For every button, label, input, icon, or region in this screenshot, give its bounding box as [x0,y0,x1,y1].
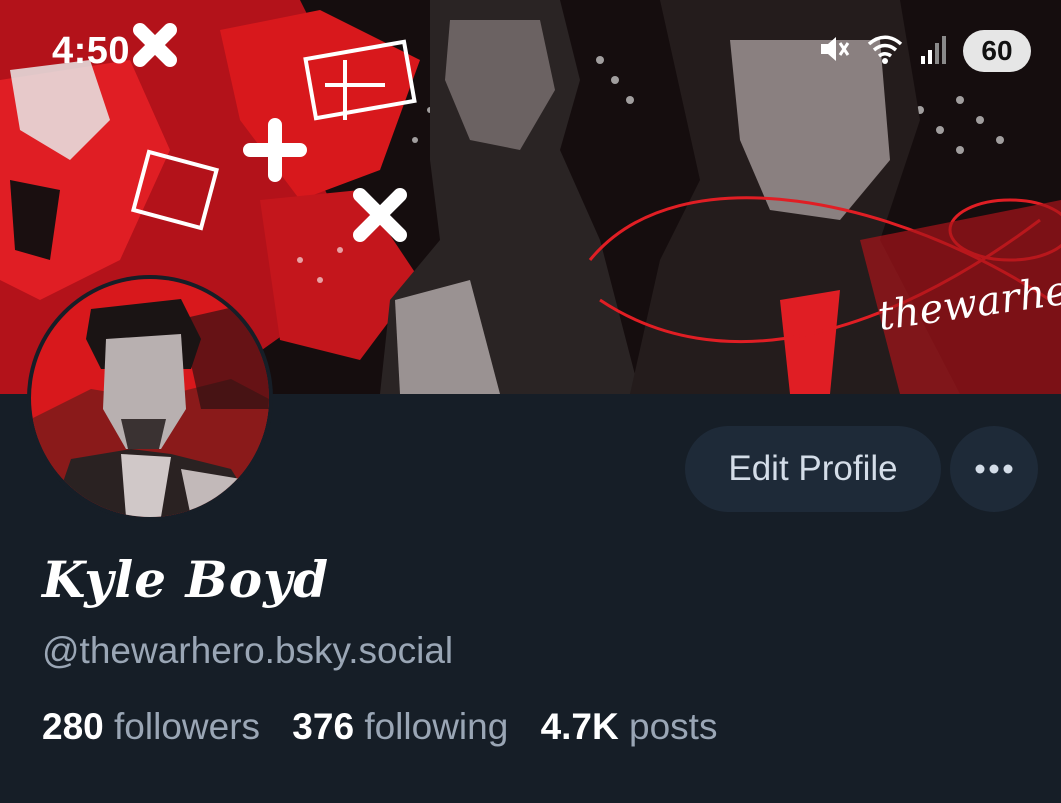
profile-handle: @thewarhero.bsky.social [42,630,454,671]
signal-icon [919,32,949,71]
wifi-icon [865,32,905,71]
edit-profile-button[interactable]: Edit Profile [685,426,941,512]
followers-count: 280 [42,706,104,747]
more-options-button[interactable] [950,426,1038,512]
ellipsis-icon [975,464,1013,474]
avatar[interactable] [27,275,273,521]
posts-label: posts [629,706,718,747]
following-label: following [364,706,509,747]
followers-stat[interactable]: 280 followers [42,706,260,747]
profile-stats: 280 followers 376 following 4.7K posts [42,706,739,748]
followers-label: followers [114,706,261,747]
profile-screen: thewarhero 4:50 60 Edit Profile Kyle Boy… [0,0,1061,803]
following-stat[interactable]: 376 following [292,706,508,747]
status-time: 4:50 [52,30,131,72]
display-name: Kyle Boyd [42,550,330,609]
following-count: 376 [292,706,355,747]
mute-icon [817,32,851,71]
status-icons: 60 [817,30,1031,72]
posts-stat: 4.7K posts [541,706,718,747]
avatar-image [31,279,269,517]
battery-icon: 60 [963,30,1031,72]
posts-count: 4.7K [540,706,619,747]
